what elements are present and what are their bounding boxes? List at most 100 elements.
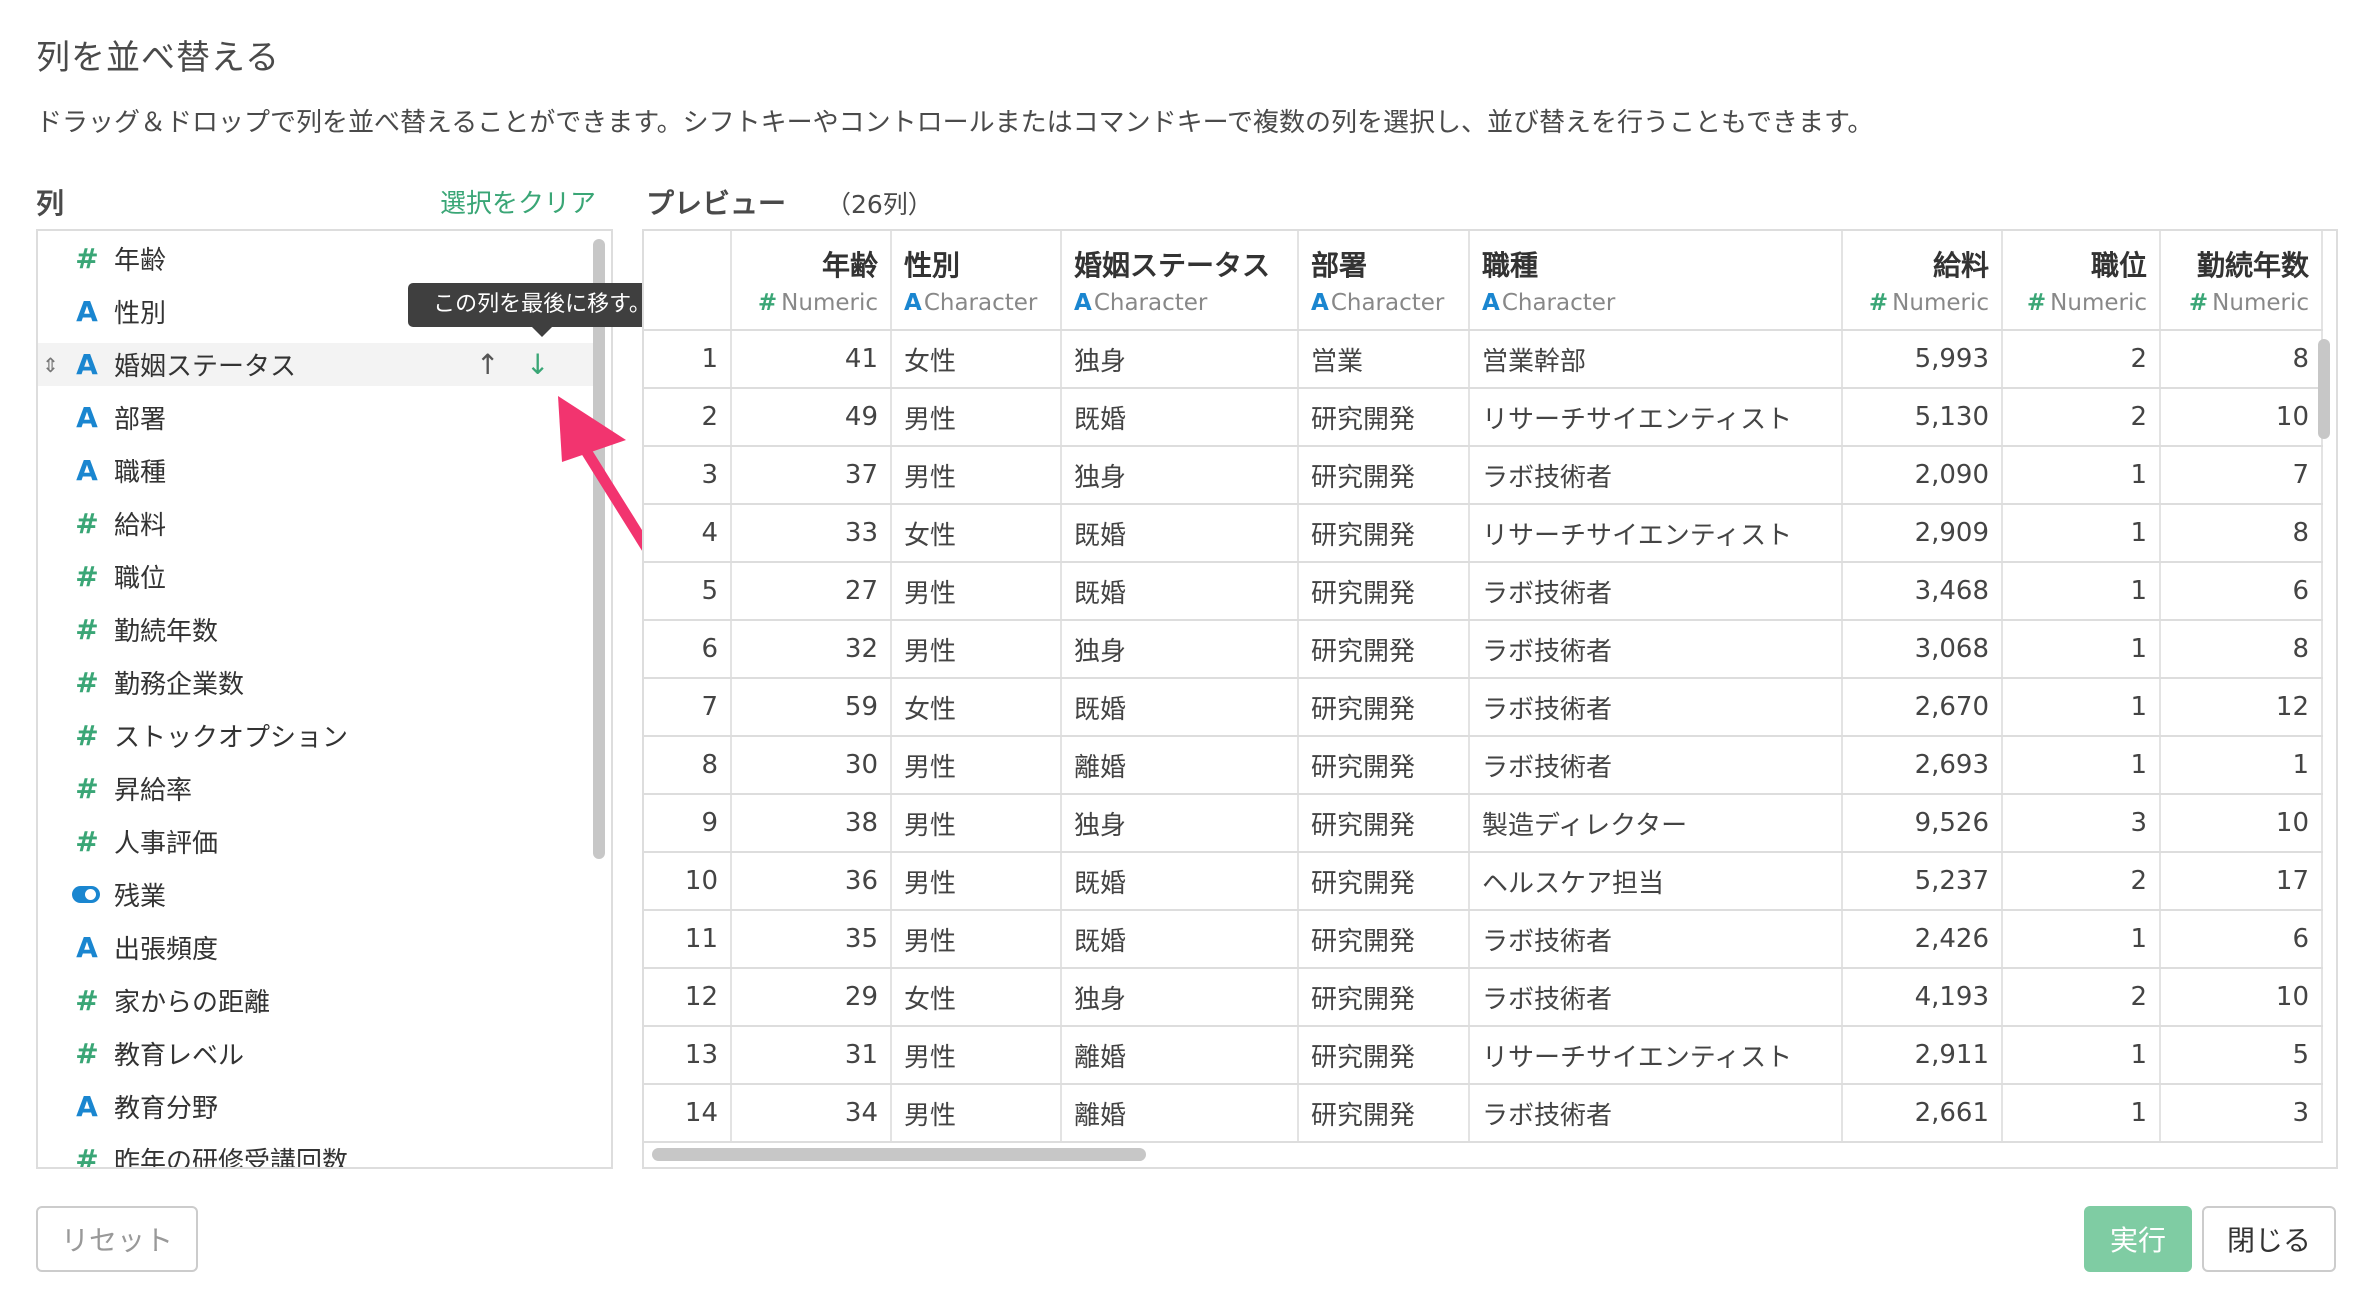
- row-index-cell: 9: [644, 794, 732, 853]
- numeric-type-icon: #: [75, 666, 99, 699]
- column-list-item-label: ストックオプション: [114, 723, 349, 753]
- table-cell: 29: [731, 968, 892, 1027]
- character-type-icon: A: [76, 401, 98, 434]
- table-cell: ラボ技術者: [1469, 620, 1843, 679]
- column-header-name: 給料: [1932, 249, 1989, 282]
- column-header[interactable]: 部署 ACharacter: [1298, 231, 1470, 331]
- table-cell: 5,237: [1842, 852, 2003, 911]
- row-index-cell: 1: [644, 330, 732, 389]
- row-index-cell: 8: [644, 736, 732, 795]
- preview-table-panel[interactable]: 年齢 # Numeric 性別 ACharacter 婚姻ステータス ACharacter 部…: [642, 229, 2338, 1169]
- table-cell: 3,068: [1842, 620, 2003, 679]
- table-cell: 33: [731, 504, 892, 563]
- row-index-cell: 12: [644, 968, 732, 1027]
- table-cell: 男性: [891, 1084, 1062, 1143]
- numeric-type-icon: #: [75, 1037, 99, 1070]
- column-list-item[interactable]: 残業: [38, 873, 593, 916]
- table-row: 10 36 男性 既婚 研究開発 ヘルスケア担当 5,237 2 17: [644, 852, 2323, 911]
- column-list-item[interactable]: # 職位: [38, 555, 593, 598]
- column-list-item[interactable]: # 勤務企業数: [38, 661, 593, 704]
- character-type-icon: A: [76, 348, 98, 381]
- column-list-item[interactable]: A 職種: [38, 449, 593, 492]
- column-list-item[interactable]: # 勤続年数: [38, 608, 593, 651]
- preview-horizontal-scrollbar[interactable]: [652, 1148, 1146, 1161]
- row-index-cell: 5: [644, 562, 732, 621]
- column-header-type: ACharacter: [1311, 290, 1456, 316]
- column-header-name: 部署: [1311, 249, 1368, 282]
- run-button[interactable]: 実行: [2084, 1206, 2192, 1272]
- column-list-item[interactable]: A 教育分野: [38, 1085, 593, 1128]
- table-cell: 8: [2160, 620, 2323, 679]
- table-cell: 離婚: [1061, 736, 1299, 795]
- table-cell: 2,909: [1842, 504, 2003, 563]
- column-type-label: Character: [1330, 290, 1445, 316]
- clear-selection-link[interactable]: 選択をクリア: [440, 183, 596, 220]
- table-cell: 1: [2160, 736, 2323, 795]
- column-type-label: Character: [1093, 290, 1208, 316]
- column-list-item[interactable]: # 家からの距離: [38, 979, 593, 1022]
- table-cell: 37: [731, 446, 892, 505]
- table-cell: 女性: [891, 678, 1062, 737]
- column-header[interactable]: 職種 ACharacter: [1469, 231, 1843, 331]
- column-list-item[interactable]: # 教育レベル: [38, 1032, 593, 1075]
- column-list-item[interactable]: # 年齢: [38, 237, 593, 280]
- column-list-item[interactable]: # 昨年の研修受講回数: [38, 1138, 593, 1167]
- table-cell: 研究開発: [1298, 794, 1470, 853]
- column-list-item-label: 勤続年数: [114, 617, 219, 647]
- table-cell: 研究開発: [1298, 562, 1470, 621]
- table-cell: 27: [731, 562, 892, 621]
- column-list-item[interactable]: # ストックオプション: [38, 714, 593, 757]
- table-cell: 研究開発: [1298, 504, 1470, 563]
- column-list-item[interactable]: # 給料: [38, 502, 593, 545]
- column-list-item[interactable]: A 部署: [38, 396, 593, 439]
- column-type-label: Character: [1501, 290, 1616, 316]
- column-list[interactable]: # 年齢 A 性別 A 婚姻ステータス ⇕ ↑ ↓ A 部署 A 職種 # 給料 # 職位 # 勤続年数 # 勤務企業数…: [36, 229, 613, 1169]
- table-cell: リサーチサイエンティスト: [1469, 504, 1843, 563]
- table-cell: 2: [2002, 968, 2161, 1027]
- column-header-name: 性別: [904, 249, 961, 282]
- column-list-item[interactable]: A 出張頻度: [38, 926, 593, 969]
- table-cell: 10: [2160, 794, 2323, 853]
- numeric-type-icon: #: [757, 290, 778, 316]
- table-cell: 49: [731, 388, 892, 447]
- table-cell: 男性: [891, 446, 1062, 505]
- column-header[interactable]: 婚姻ステータス ACharacter: [1061, 231, 1299, 331]
- table-cell: 男性: [891, 562, 1062, 621]
- drag-handle-icon[interactable]: ⇕: [42, 353, 59, 377]
- column-list-item-label: 教育分野: [114, 1094, 219, 1124]
- table-cell: ラボ技術者: [1469, 968, 1843, 1027]
- reset-button[interactable]: リセット: [36, 1206, 198, 1272]
- close-button[interactable]: 閉じる: [2202, 1206, 2336, 1272]
- column-list-item[interactable]: # 人事評価: [38, 820, 593, 863]
- column-header[interactable]: 勤続年数 # Numeric: [2160, 231, 2323, 331]
- column-header[interactable]: 給料 # Numeric: [1842, 231, 2003, 331]
- table-cell: 男性: [891, 910, 1062, 969]
- move-to-last-arrow-icon[interactable]: ↓: [526, 348, 549, 381]
- table-cell: 1: [2002, 1084, 2161, 1143]
- column-header[interactable]: 年齢 # Numeric: [731, 231, 892, 331]
- table-cell: 2: [2002, 330, 2161, 389]
- table-cell: 3,468: [1842, 562, 2003, 621]
- row-index-cell: 2: [644, 388, 732, 447]
- table-cell: 男性: [891, 388, 1062, 447]
- table-cell: 2: [2002, 852, 2161, 911]
- row-index-cell: 6: [644, 620, 732, 679]
- column-list-item[interactable]: A 婚姻ステータス ⇕ ↑ ↓: [38, 343, 593, 386]
- column-list-item[interactable]: # 昇給率: [38, 767, 593, 810]
- table-cell: 1: [2002, 1026, 2161, 1085]
- column-list-item-label: 年齢: [114, 246, 167, 276]
- table-cell: 独身: [1061, 330, 1299, 389]
- table-row: 6 32 男性 独身 研究開発 ラボ技術者 3,068 1 8: [644, 620, 2323, 679]
- column-header[interactable]: 性別 ACharacter: [891, 231, 1062, 331]
- character-type-icon: A: [76, 931, 98, 964]
- row-index-cell: 4: [644, 504, 732, 563]
- numeric-type-icon: #: [75, 719, 99, 752]
- preview-vertical-scrollbar[interactable]: [2318, 339, 2330, 439]
- numeric-type-icon: #: [2188, 290, 2209, 316]
- table-cell: 1: [2002, 504, 2161, 563]
- column-header[interactable]: 職位 # Numeric: [2002, 231, 2161, 331]
- move-up-arrow-icon[interactable]: ↑: [476, 348, 499, 381]
- column-list-item-label: 家からの距離: [114, 988, 271, 1018]
- table-cell: 女性: [891, 968, 1062, 1027]
- table-row: 9 38 男性 独身 研究開発 製造ディレクター 9,526 3 10: [644, 794, 2323, 853]
